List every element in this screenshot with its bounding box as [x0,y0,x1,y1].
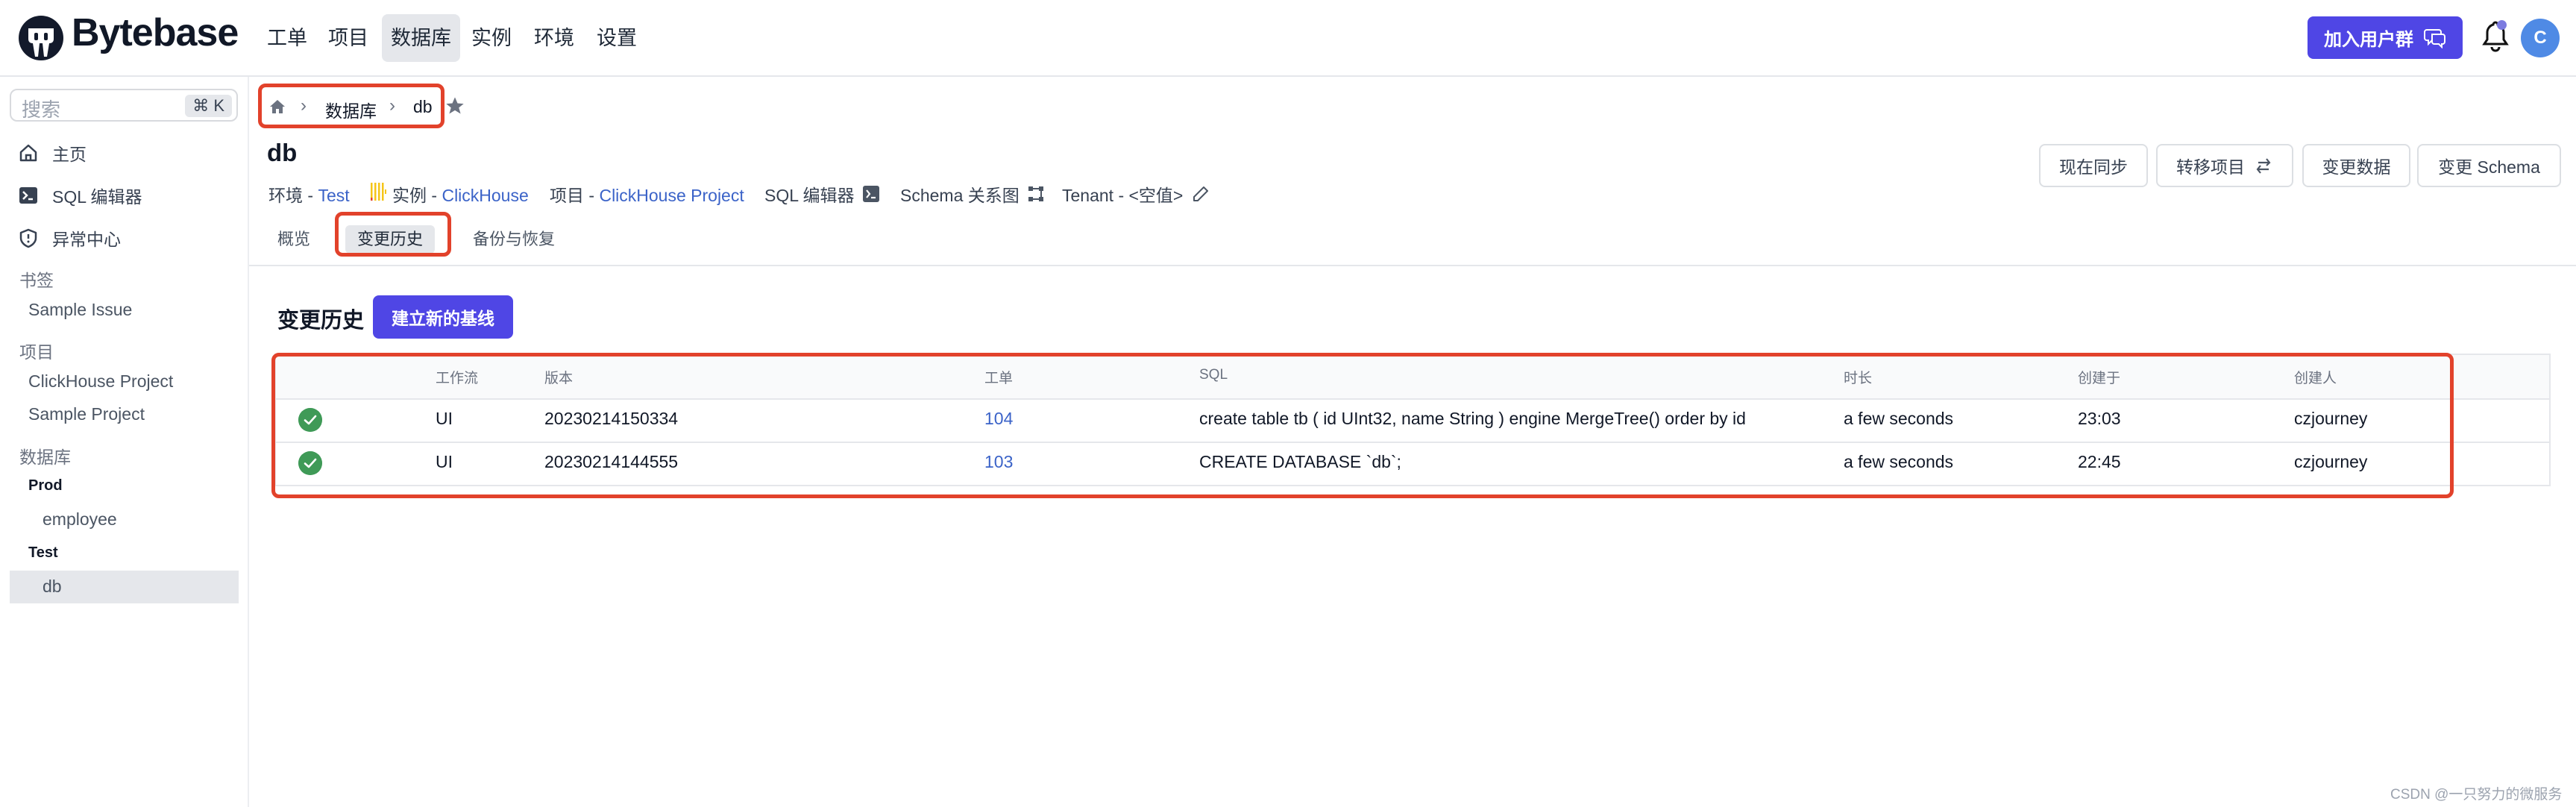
chat-bubbles-icon [2424,28,2445,48]
nav-databases[interactable]: 数据库 [382,14,460,62]
sql-editor-label: SQL 编辑器 [764,186,855,205]
watermark: CSDN @一只努力的微服务 [2390,787,2563,803]
switch-arrows-icon [2256,158,2271,174]
tab-backup-restore[interactable]: 备份与恢复 [461,225,567,254]
divider [249,265,2576,266]
environment-label: Prod [28,477,63,494]
nav-settings[interactable]: 设置 [588,21,646,55]
database-item[interactable]: db [43,577,62,597]
sidebar-item-label: 异常中心 [52,230,121,249]
shield-alert-icon [19,228,37,248]
database-item[interactable]: employee [43,509,117,530]
project-meta: 项目 - ClickHouse Project [550,181,744,207]
alter-schema-button[interactable]: 变更 Schema [2417,144,2561,187]
clickhouse-icon [371,183,386,201]
sidebar: 搜索 ⌘ K 主页 SQL 编辑器 异常中心 书签 Sample Issue 项… [0,77,249,807]
tenant-meta: Tenant - <空值> [1062,181,1210,207]
nav-instances[interactable]: 实例 [462,21,521,55]
home-icon [19,144,37,162]
nav-issues[interactable]: 工单 [258,21,316,55]
page-title: db [267,139,298,166]
search-placeholder: 搜索 [22,98,61,121]
sidebar-item-home[interactable]: 主页 [18,140,87,166]
sql-editor-link[interactable]: SQL 编辑器 [764,181,880,207]
sidebar-item-label: 主页 [52,145,87,164]
diagram-icon [1028,186,1043,201]
join-community-button[interactable]: 加入用户群 [2308,16,2463,59]
project-item[interactable]: ClickHouse Project [28,371,173,392]
project-label: 项目 - [550,186,600,205]
breadcrumb-item-db: db [413,97,433,116]
schema-diagram-label: Schema 关系图 [900,186,1020,205]
bookmark-item[interactable]: Sample Issue [28,300,132,320]
project-item[interactable]: Sample Project [28,404,145,424]
top-navigation: Bytebase 工单 项目 数据库 实例 环境 设置 加入用户群 C [0,0,2576,77]
home-icon[interactable] [268,98,286,116]
transfer-project-label: 转移项目 [2176,157,2245,177]
sidebar-item-sql-editor[interactable]: SQL 编辑器 [18,183,142,208]
bytebase-logo-icon[interactable] [18,15,64,61]
establish-baseline-button[interactable]: 建立新的基线 [373,295,513,339]
table-highlight [271,353,2454,498]
environment-label: 环境 - [268,186,318,205]
section-title: 变更历史 [277,309,365,333]
sidebar-item-anomaly-center[interactable]: 异常中心 [18,225,121,251]
star-icon[interactable] [444,95,465,116]
environment-link[interactable]: Test [318,186,349,205]
sync-now-button[interactable]: 现在同步 [2039,144,2148,187]
terminal-icon [862,186,879,202]
notification-dot [2497,20,2507,30]
project-link[interactable]: ClickHouse Project [599,186,744,205]
search-shortcut-badge: ⌘ K [185,95,232,117]
avatar[interactable]: C [2521,19,2560,57]
tenant-label: Tenant - <空值> [1062,186,1184,205]
alter-schema-label: 变更 Schema [2438,157,2540,177]
chevron-right-icon: › [389,95,395,116]
nav-projects[interactable]: 项目 [319,21,377,55]
tab-overview[interactable]: 概览 [266,225,322,254]
databases-heading: 数据库 [19,448,71,467]
chevron-right-icon: › [301,95,307,116]
breadcrumb-item-databases[interactable]: 数据库 [325,97,377,122]
search-input[interactable]: 搜索 ⌘ K [10,89,238,122]
instance-label: 实例 - [392,186,442,205]
bookmarks-heading: 书签 [19,271,54,290]
tab-highlight [335,212,451,257]
logo-text[interactable]: Bytebase [72,10,239,55]
schema-diagram-link[interactable]: Schema 关系图 [900,181,1045,207]
instance-link[interactable]: ClickHouse [442,186,528,205]
sidebar-item-label: SQL 编辑器 [52,187,142,207]
terminal-icon [19,187,37,204]
alter-data-label: 变更数据 [2322,157,2391,177]
join-community-label: 加入用户群 [2324,30,2413,50]
transfer-project-button[interactable]: 转移项目 [2156,144,2293,187]
projects-heading: 项目 [19,342,54,362]
sync-now-label: 现在同步 [2059,157,2128,177]
pencil-icon[interactable] [1192,185,1210,203]
environment-label: Test [28,544,58,561]
breadcrumb [268,98,286,119]
environment-meta: 环境 - Test [268,181,350,207]
instance-meta: 实例 - ClickHouse [392,181,529,207]
nav-environments[interactable]: 环境 [525,21,583,55]
alter-data-button[interactable]: 变更数据 [2302,144,2410,187]
